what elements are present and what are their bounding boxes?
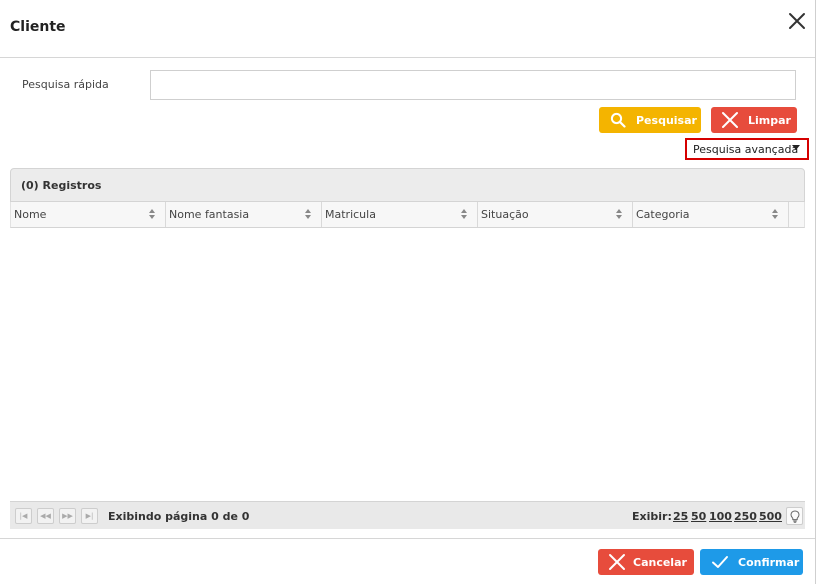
advanced-search-label: Pesquisa avançada	[693, 142, 799, 156]
footer-divider	[0, 538, 815, 539]
quick-search-label: Pesquisa rápida	[22, 78, 109, 91]
confirm-button[interactable]: Confirmar	[700, 549, 803, 575]
first-page-icon[interactable]: |◀	[15, 508, 32, 524]
close-icon[interactable]	[786, 10, 808, 32]
clear-button[interactable]: Limpar	[711, 107, 797, 133]
page-size-500[interactable]: 500	[759, 510, 782, 523]
grid-header: Nome Nome fantasia Matricula Situação Ca…	[10, 202, 805, 228]
clear-button-label: Limpar	[748, 113, 791, 127]
last-page-icon[interactable]: ▶|	[81, 508, 98, 524]
sort-icon	[305, 209, 311, 219]
sort-icon	[616, 209, 622, 219]
column-header-nome-fantasia[interactable]: Nome fantasia	[166, 202, 322, 227]
column-header-situacao[interactable]: Situação	[478, 202, 633, 227]
page-size-label: Exibir:	[632, 510, 672, 523]
check-icon	[710, 552, 730, 572]
grid-caption: (0) Registros	[10, 168, 805, 202]
column-header-matricula[interactable]: Matricula	[322, 202, 478, 227]
column-header-categoria[interactable]: Categoria	[633, 202, 789, 227]
prev-page-icon[interactable]: ◀◀	[37, 508, 54, 524]
cancel-button[interactable]: Cancelar	[598, 549, 694, 575]
records-count: (0) Registros	[21, 179, 102, 192]
results-grid: (0) Registros Nome Nome fantasia Matricu…	[10, 168, 805, 530]
page-info: Exibindo página 0 de 0	[108, 510, 250, 523]
advanced-search-toggle[interactable]: Pesquisa avançada	[685, 138, 809, 160]
search-button-label: Pesquisar	[636, 113, 697, 127]
search-icon	[608, 110, 628, 130]
dialog-title: Cliente	[10, 19, 66, 35]
page-size-25[interactable]: 25	[673, 510, 688, 523]
sort-icon	[461, 209, 467, 219]
x-icon	[720, 110, 740, 130]
lightbulb-icon[interactable]	[786, 507, 803, 525]
grid-body	[10, 228, 805, 500]
quick-search-input[interactable]	[150, 70, 796, 100]
dialog-header: Cliente	[0, 0, 815, 58]
page-size-100[interactable]: 100	[709, 510, 732, 523]
pager: |◀ ◀◀ ▶▶ ▶| Exibindo página 0 de 0 Exibi…	[10, 501, 805, 529]
x-icon	[607, 552, 627, 572]
page-size-50[interactable]: 50	[691, 510, 706, 523]
sort-icon	[149, 209, 155, 219]
cancel-button-label: Cancelar	[633, 555, 687, 569]
next-page-icon[interactable]: ▶▶	[59, 508, 76, 524]
chevron-down-icon	[792, 145, 800, 150]
client-dialog: Cliente Pesquisa rápida Pesquisar Limpar…	[0, 0, 816, 584]
confirm-button-label: Confirmar	[738, 555, 800, 569]
page-size-250[interactable]: 250	[734, 510, 757, 523]
column-header-nome[interactable]: Nome	[11, 202, 166, 227]
sort-icon	[772, 209, 778, 219]
search-button[interactable]: Pesquisar	[599, 107, 701, 133]
